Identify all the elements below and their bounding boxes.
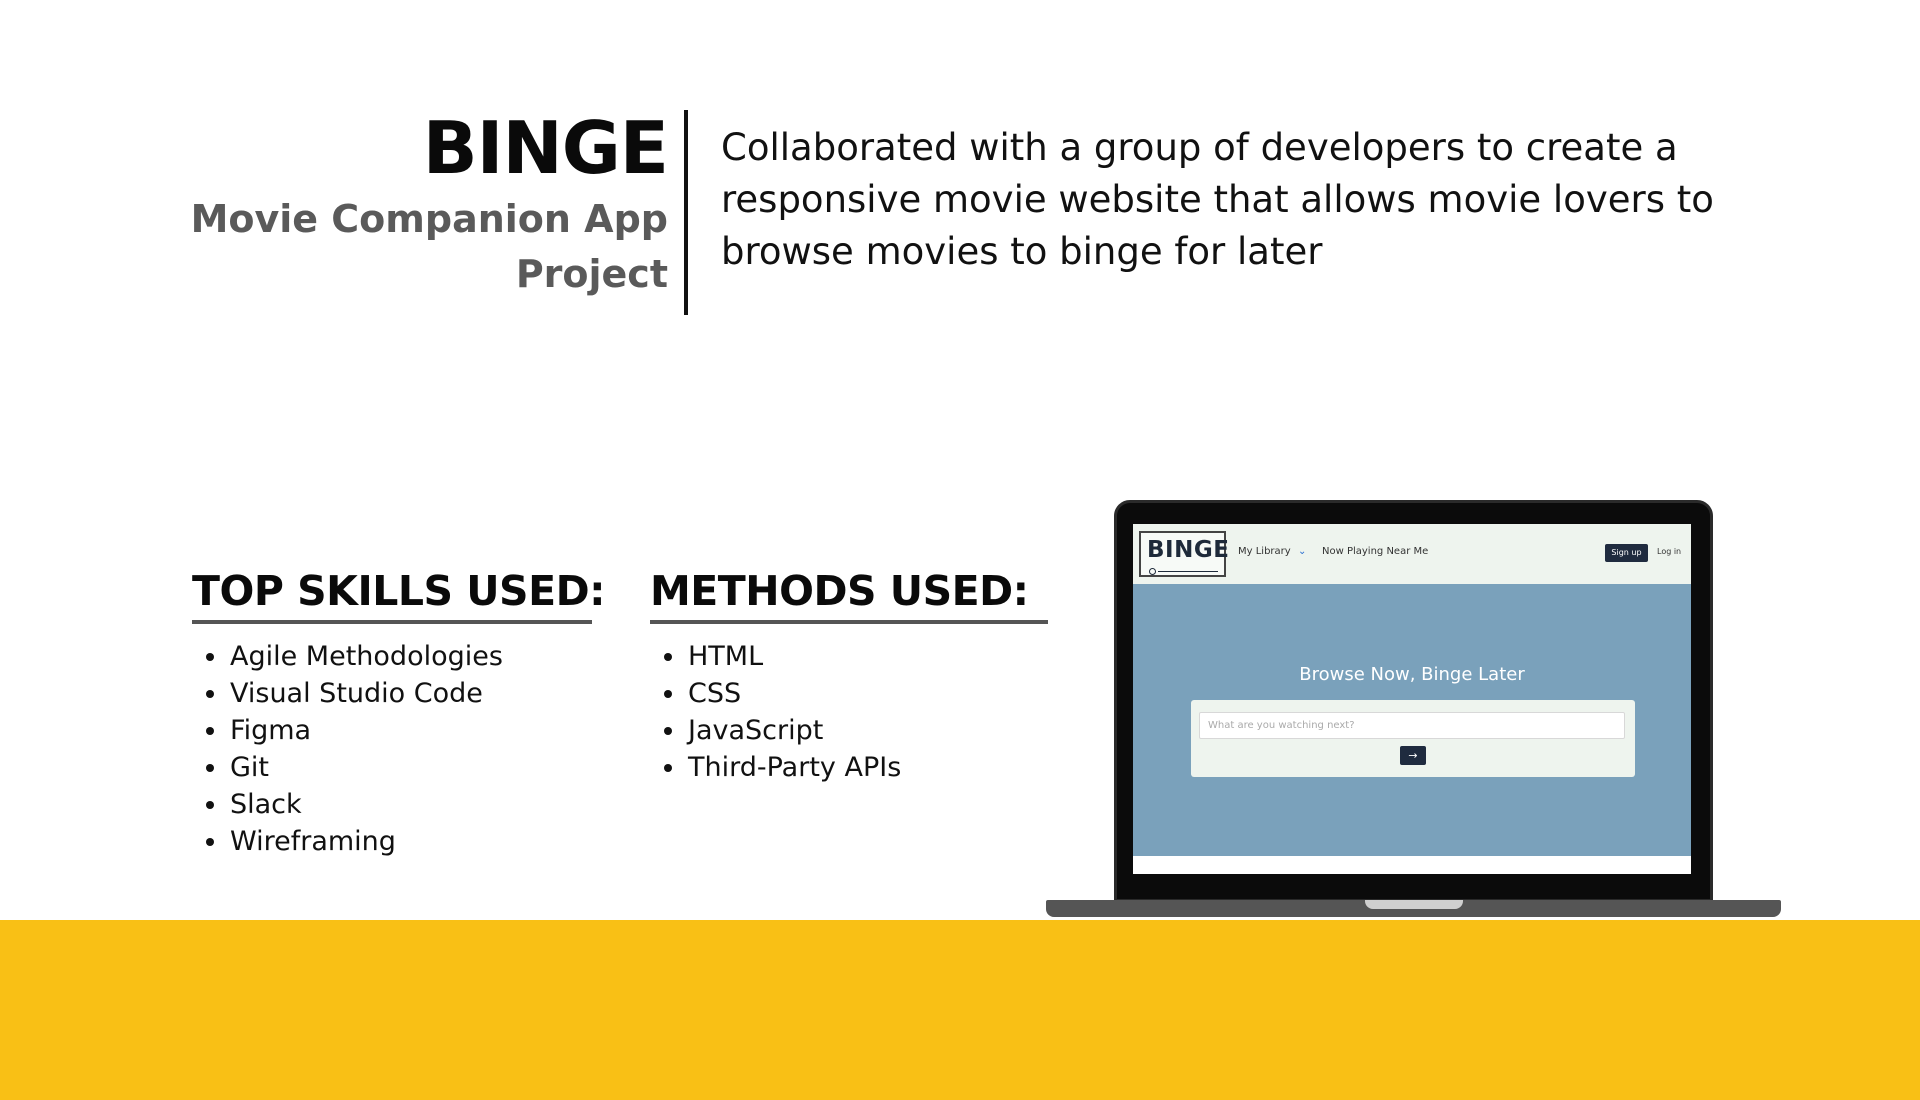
laptop-mockup: BINGE My Library ⌄ Now Playing Near Me S… xyxy=(1046,500,1781,920)
skills-list: Agile Methodologies Visual Studio Code F… xyxy=(192,638,592,860)
nav-my-library[interactable]: My Library xyxy=(1238,546,1291,557)
method-item: CSS xyxy=(650,675,1050,712)
methods-underline xyxy=(650,620,1048,624)
mockup-logo[interactable]: BINGE xyxy=(1139,531,1230,577)
search-card: → xyxy=(1191,700,1635,777)
nav-now-playing[interactable]: Now Playing Near Me xyxy=(1322,546,1428,557)
method-item: JavaScript xyxy=(650,712,1050,749)
hero-title: Browse Now, Binge Later xyxy=(1299,664,1525,685)
skills-section: TOP SKILLS USED: Agile Methodologies Vis… xyxy=(192,566,606,860)
methods-title: METHODS USED: xyxy=(650,567,1029,615)
mockup-hero: Browse Now, Binge Later → xyxy=(1133,584,1691,856)
arrow-right-icon[interactable]: → xyxy=(1400,746,1426,765)
mockup-navbar: BINGE My Library ⌄ Now Playing Near Me S… xyxy=(1133,524,1691,584)
method-item: HTML xyxy=(650,638,1050,675)
mockup-logo-text: BINGE xyxy=(1147,537,1230,563)
skill-item: Wireframing xyxy=(192,823,592,860)
skill-item: Slack xyxy=(192,786,592,823)
vertical-divider xyxy=(684,110,688,315)
project-description: Collaborated with a group of developers … xyxy=(721,126,1714,273)
accent-band xyxy=(0,920,1920,1100)
skill-item: Visual Studio Code xyxy=(192,675,592,712)
laptop-notch xyxy=(1365,900,1463,909)
laptop-screen: BINGE My Library ⌄ Now Playing Near Me S… xyxy=(1133,524,1691,874)
skills-underline xyxy=(192,620,592,624)
search-input[interactable] xyxy=(1199,712,1625,739)
login-link[interactable]: Log in xyxy=(1657,547,1681,556)
methods-list: HTML CSS JavaScript Third-Party APIs xyxy=(650,638,1050,786)
skill-item: Figma xyxy=(192,712,592,749)
logo-underline xyxy=(1158,571,1218,572)
project-subtitle-line2: Project xyxy=(515,252,668,296)
signup-button[interactable]: Sign up xyxy=(1605,544,1648,562)
skill-item: Agile Methodologies xyxy=(192,638,592,675)
title-block: BINGE Movie Companion App Project xyxy=(190,106,669,302)
project-subtitle-line1: Movie Companion App xyxy=(190,197,668,241)
project-header: BINGE Movie Companion App Project Collab… xyxy=(0,0,1920,330)
methods-section: METHODS USED: HTML CSS JavaScript Third-… xyxy=(650,566,1050,786)
skills-title: TOP SKILLS USED: xyxy=(192,567,606,615)
skill-item: Git xyxy=(192,749,592,786)
film-reel-icon xyxy=(1149,568,1156,575)
chevron-down-icon[interactable]: ⌄ xyxy=(1298,546,1306,557)
project-name: BINGE xyxy=(422,106,669,190)
method-item: Third-Party APIs xyxy=(650,749,1050,786)
